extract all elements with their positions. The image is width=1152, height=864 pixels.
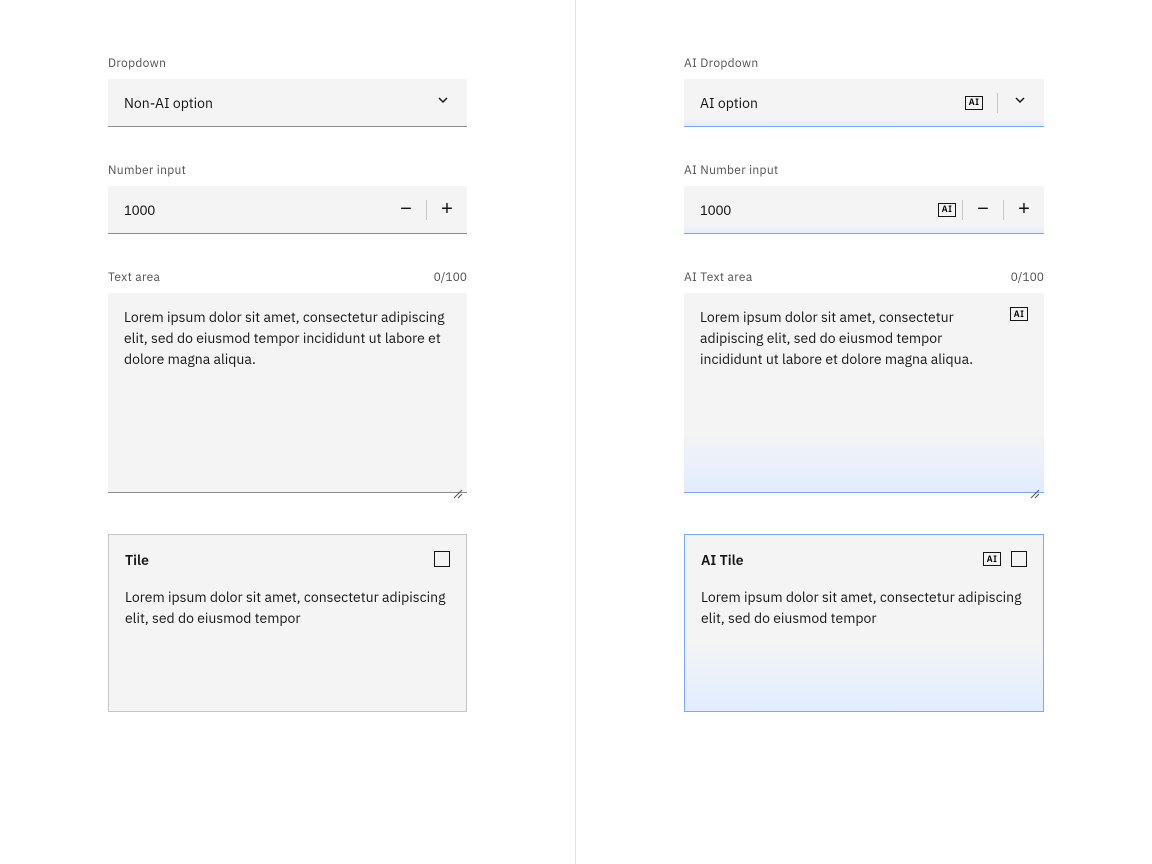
- ai-badge-icon: AI: [1010, 307, 1028, 321]
- dropdown-label: Dropdown: [108, 56, 166, 71]
- tile-body: Lorem ipsum dolor sit amet, consectetur …: [125, 587, 450, 629]
- standard-components-column: Dropdown Non-AI option Number input − +: [0, 0, 576, 864]
- ai-char-counter: 0/100: [1011, 270, 1044, 285]
- ai-number-input: AI − +: [684, 186, 1044, 234]
- divider: [997, 93, 998, 113]
- ai-textarea-label: AI Text area: [684, 270, 753, 285]
- decrement-button[interactable]: −: [386, 186, 426, 234]
- ai-tile[interactable]: AI Tile AI Lorem ipsum dolor sit amet, c…: [684, 534, 1044, 712]
- chevron-down-icon: [435, 92, 451, 113]
- number-input: − +: [108, 186, 467, 234]
- ai-tile-body: Lorem ipsum dolor sit amet, consectetur …: [701, 587, 1027, 629]
- ai-dropdown-label: AI Dropdown: [684, 56, 759, 71]
- number-input-field: Number input − +: [108, 163, 467, 234]
- char-counter: 0/100: [434, 270, 467, 285]
- increment-button[interactable]: +: [1004, 186, 1044, 234]
- ai-components-column: AI Dropdown AI option AI AI Number input: [576, 0, 1152, 864]
- ai-textarea-field: AI Text area 0/100 AI: [684, 270, 1044, 498]
- ai-badge-icon: AI: [965, 96, 983, 110]
- ai-badge-icon: AI: [983, 552, 1001, 566]
- number-input-value[interactable]: [108, 186, 386, 233]
- tile-title: Tile: [125, 551, 149, 569]
- ai-textarea[interactable]: [684, 293, 1044, 493]
- decrement-button[interactable]: −: [963, 186, 1003, 234]
- tile-checkbox[interactable]: [434, 551, 450, 567]
- number-input-label: Number input: [108, 163, 186, 178]
- textarea[interactable]: [108, 293, 467, 493]
- ai-number-input-field: AI Number input AI − +: [684, 163, 1044, 234]
- ai-tile-title: AI Tile: [701, 551, 744, 569]
- ai-dropdown[interactable]: AI option AI: [684, 79, 1044, 127]
- textarea-field: Text area 0/100: [108, 270, 467, 498]
- dropdown-field: Dropdown Non-AI option: [108, 56, 467, 127]
- dropdown-value: Non-AI option: [124, 94, 213, 112]
- textarea-label: Text area: [108, 270, 160, 285]
- ai-badge-icon: AI: [938, 203, 956, 217]
- ai-dropdown-value: AI option: [700, 94, 758, 112]
- ai-tile-checkbox[interactable]: [1011, 551, 1027, 567]
- increment-button[interactable]: +: [427, 186, 467, 234]
- ai-number-input-value[interactable]: [684, 186, 938, 233]
- ai-number-input-label: AI Number input: [684, 163, 779, 178]
- tile[interactable]: Tile Lorem ipsum dolor sit amet, consect…: [108, 534, 467, 712]
- dropdown[interactable]: Non-AI option: [108, 79, 467, 127]
- ai-dropdown-field: AI Dropdown AI option AI: [684, 56, 1044, 127]
- chevron-down-icon: [1012, 92, 1028, 113]
